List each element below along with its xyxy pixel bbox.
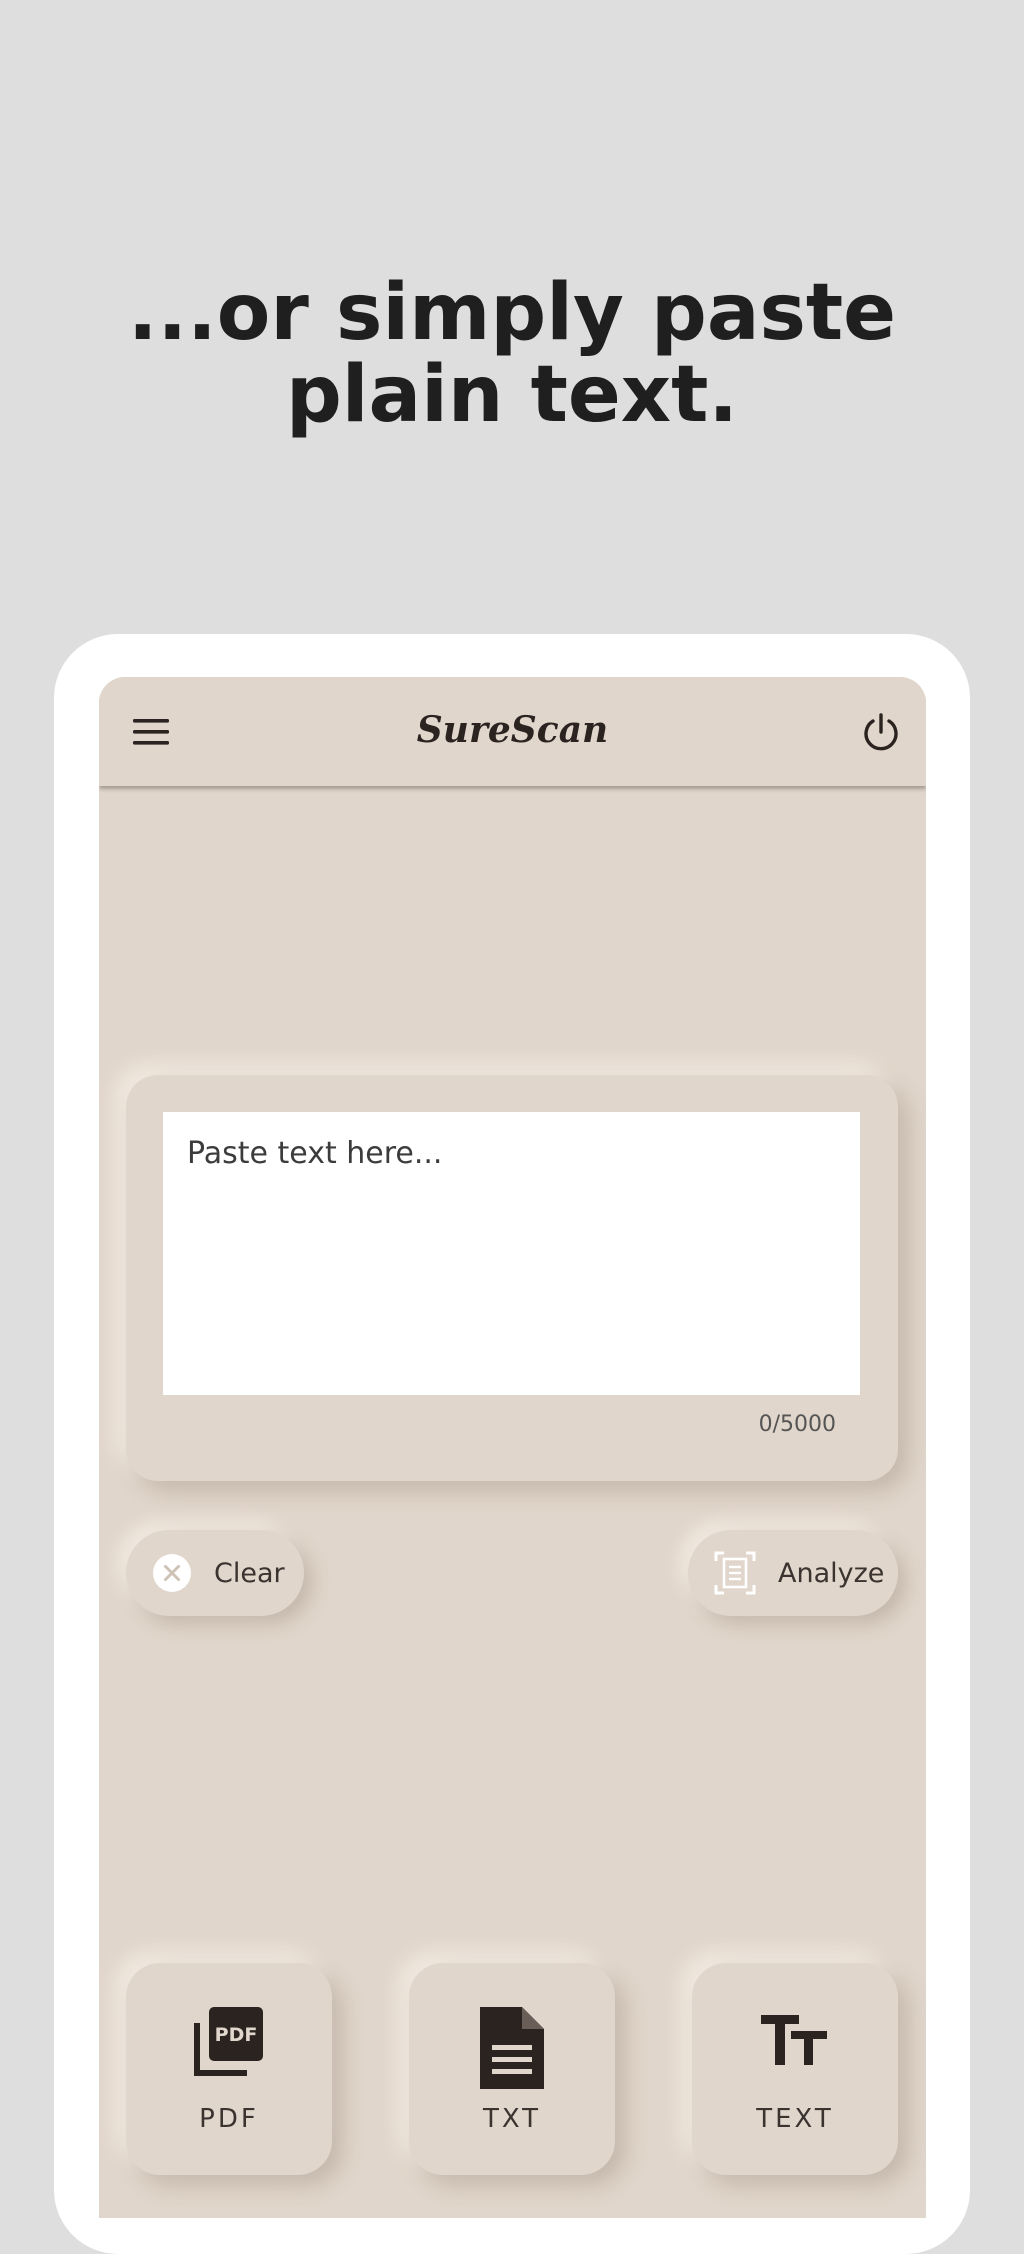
promo-headline-line-1: ...or simply paste xyxy=(127,268,897,358)
text-input-card: 0/5000 xyxy=(126,1075,898,1481)
close-circle-icon xyxy=(153,1554,191,1592)
document-scan-icon xyxy=(714,1551,756,1595)
analyze-button-label: Analyze xyxy=(778,1557,885,1589)
clear-button-label: Clear xyxy=(214,1557,285,1589)
pdf-file-icon: PDF xyxy=(194,2007,263,2076)
source-tile-text[interactable]: TEXT xyxy=(692,1963,898,2175)
source-tile-text-label: TEXT xyxy=(756,2104,834,2134)
app-title: SureScan xyxy=(416,709,609,751)
character-counter: 0/5000 xyxy=(758,1412,836,1437)
text-size-icon xyxy=(761,2015,827,2065)
paste-text-input[interactable] xyxy=(163,1112,860,1395)
source-tile-txt[interactable]: TXT xyxy=(409,1963,615,2175)
app-bar: SureScan xyxy=(99,677,926,786)
power-icon[interactable] xyxy=(861,712,901,752)
source-tile-pdf-label: PDF xyxy=(199,2104,259,2134)
source-tile-pdf[interactable]: PDF PDF xyxy=(126,1963,332,2175)
analyze-button[interactable]: Analyze xyxy=(688,1530,898,1616)
clear-button[interactable]: Clear xyxy=(126,1530,304,1616)
text-document-icon xyxy=(480,2007,544,2089)
promo-headline-line-2: plain text. xyxy=(285,350,739,440)
svg-text:PDF: PDF xyxy=(215,2024,258,2046)
app-screen: SureScan 0/5000 Clear Analyze xyxy=(99,677,926,2218)
promo-headline: ...or simply paste plain text. xyxy=(0,272,1024,436)
source-tile-txt-label: TXT xyxy=(482,2104,542,2134)
